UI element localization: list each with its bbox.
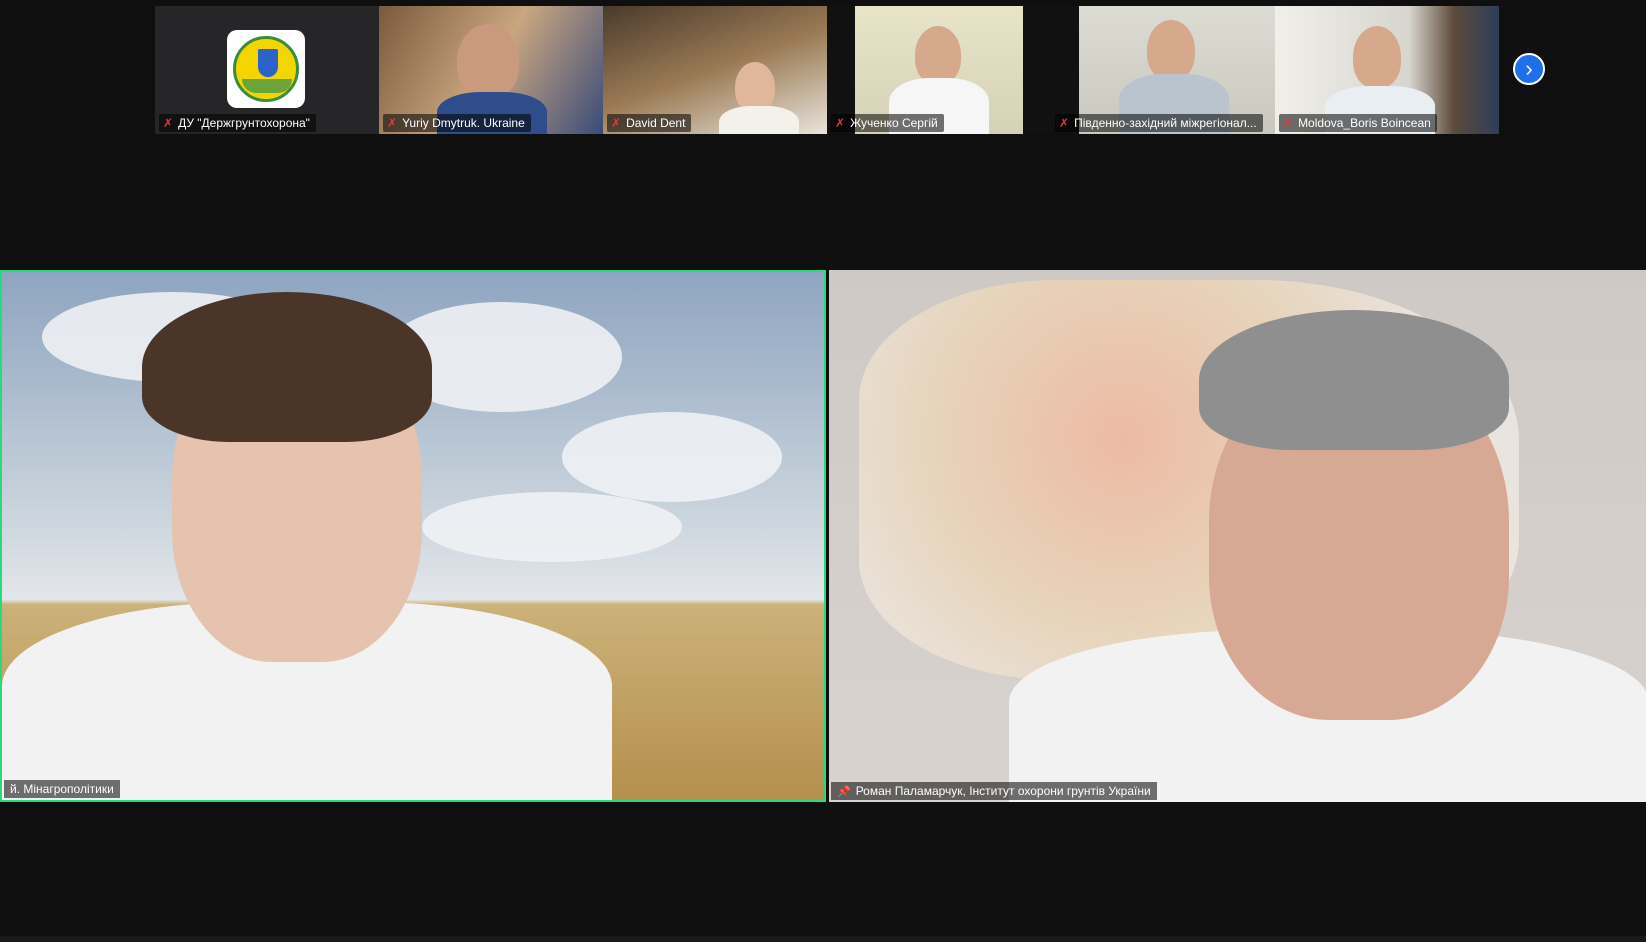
main-video-tile-pinned[interactable]: 📌 Роман Паламарчук, Інститут охорони гру… (829, 270, 1646, 802)
participant-name: David Dent (626, 116, 686, 130)
participant-name-label: ✗ Yuriy Dmytruk. Ukraine (383, 114, 531, 132)
participant-video (735, 62, 775, 112)
chevron-right-icon: › (1525, 56, 1533, 81)
mic-muted-icon: ✗ (163, 116, 174, 130)
participant-video (1147, 20, 1195, 80)
participant-tile[interactable]: ✗ Yuriy Dmytruk. Ukraine (379, 6, 603, 134)
participant-name-label: ✗ Південно-західний міжрегіонал... (1055, 114, 1263, 132)
mic-muted-icon: ✗ (1059, 116, 1070, 130)
participant-name: Yuriy Dmytruk. Ukraine (402, 116, 525, 130)
participant-name: Роман Паламарчук, Інститут охорони грунт… (855, 784, 1151, 798)
main-video-tile-active-speaker[interactable]: й. Мінагрополітики (0, 270, 826, 802)
participant-name-label: ✗ David Dent (607, 114, 692, 132)
participant-name-label: ✗ Жученко Сергій (831, 114, 944, 132)
mic-muted-icon: ✗ (1283, 116, 1294, 130)
participant-name: Жученко Сергій (850, 116, 938, 130)
participant-name: ДУ "Держгрунтохорона" (178, 116, 310, 130)
participant-tile[interactable]: ✗ ДУ "Держгрунтохорона" (155, 6, 379, 134)
participant-name-label: 📌 Роман Паламарчук, Інститут охорони гру… (831, 782, 1157, 800)
participant-name-label: й. Мінагрополітики (4, 780, 120, 798)
participant-name: Південно-західний міжрегіонал... (1074, 116, 1257, 130)
bottom-edge-bar (0, 936, 1646, 942)
participant-thumbnail-strip: ✗ ДУ "Держгрунтохорона" ✗ Yuriy Dmytruk.… (155, 6, 1499, 134)
participant-name: Moldova_Boris Boincean (1298, 116, 1431, 130)
mic-muted-icon: ✗ (387, 116, 398, 130)
participant-name-label: ✗ ДУ "Держгрунтохорона" (159, 114, 316, 132)
participant-name: й. Мінагрополітики (10, 782, 114, 796)
participant-video (1353, 26, 1401, 88)
participant-tile[interactable]: ✗ David Dent (603, 6, 827, 134)
participant-video (457, 24, 519, 98)
organization-logo (227, 30, 305, 108)
participant-tile[interactable]: ✗ Moldova_Boris Boincean (1275, 6, 1499, 134)
participant-tile[interactable]: ✗ Південно-західний міжрегіонал... (1051, 6, 1275, 134)
mic-muted-icon: ✗ (611, 116, 622, 130)
mic-muted-icon: ✗ (835, 116, 846, 130)
participant-name-label: ✗ Moldova_Boris Boincean (1279, 114, 1437, 132)
participant-tile[interactable]: ✗ Жученко Сергій (827, 6, 1051, 134)
pin-icon: 📌 (837, 785, 851, 798)
participant-video (915, 26, 961, 84)
next-participants-button[interactable]: › (1513, 53, 1545, 85)
